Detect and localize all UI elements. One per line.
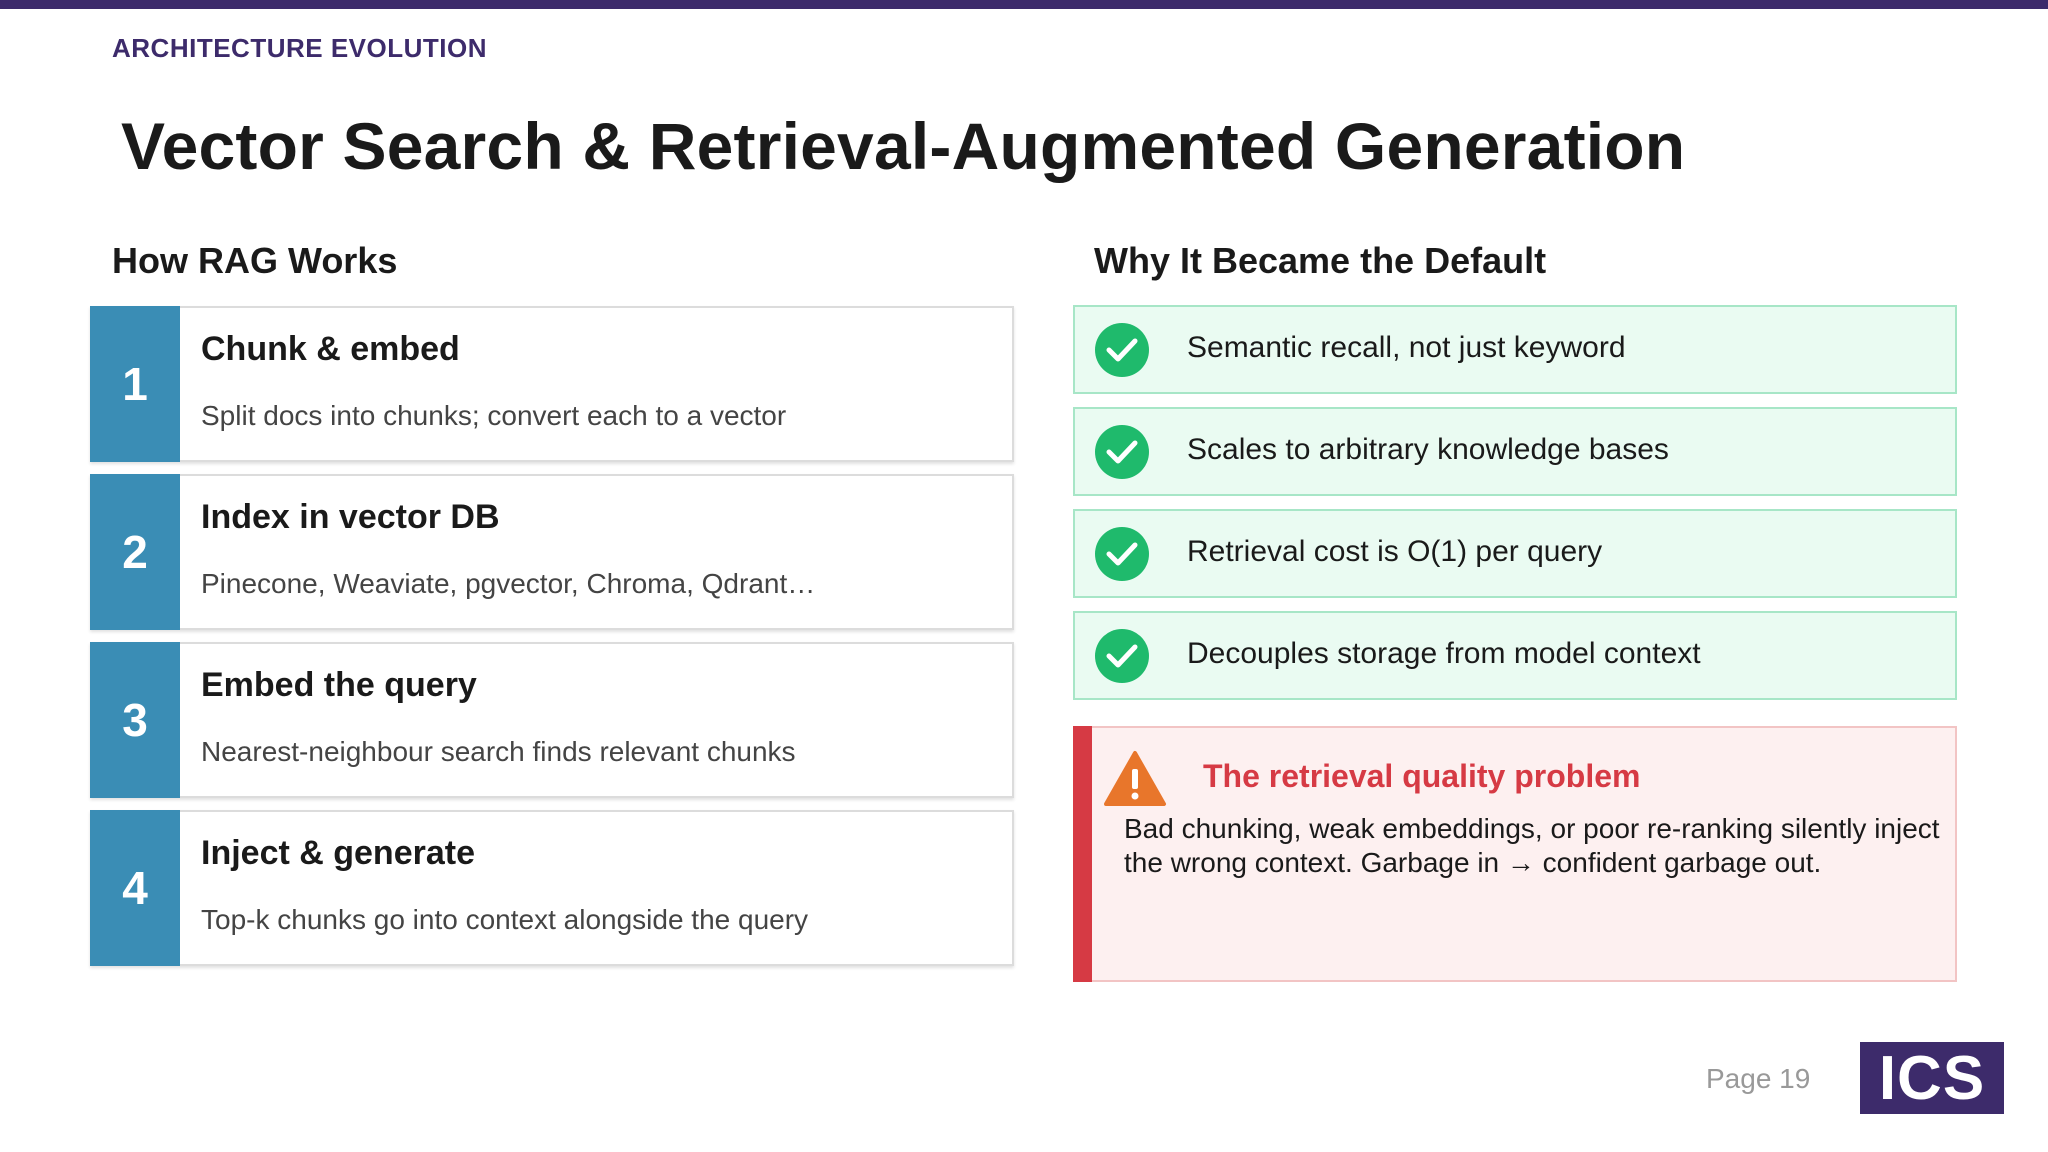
ics-logo: ICS	[1860, 1042, 2004, 1114]
rag-steps-list: 1 Chunk & embed Split docs into chunks; …	[90, 306, 1014, 978]
step-number: 4	[90, 810, 180, 966]
step-card: 3 Embed the query Nearest-neighbour sear…	[90, 642, 1014, 798]
benefit-item: Retrieval cost is O(1) per query	[1073, 509, 1957, 598]
why-default-heading: Why It Became the Default	[1094, 240, 1547, 281]
step-card: 1 Chunk & embed Split docs into chunks; …	[90, 306, 1014, 462]
step-title: Chunk & embed	[201, 330, 460, 368]
check-circle-icon	[1095, 425, 1149, 479]
step-number: 3	[90, 642, 180, 798]
step-title: Index in vector DB	[201, 498, 500, 536]
step-number: 1	[90, 306, 180, 462]
step-description: Pinecone, Weaviate, pgvector, Chroma, Qd…	[201, 568, 816, 599]
slide-title: Vector Search & Retrieval-Augmented Gene…	[121, 109, 1686, 183]
page-number: Page 19	[1706, 1063, 1811, 1094]
warning-accent-bar	[1073, 726, 1092, 982]
warning-body: Bad chunking, weak embeddings, or poor r…	[1124, 813, 1940, 878]
step-description: Top-k chunks go into context alongside t…	[201, 904, 809, 935]
warning-triangle-icon	[1103, 750, 1167, 808]
check-circle-icon	[1095, 323, 1149, 377]
step-description: Split docs into chunks; convert each to …	[201, 400, 787, 431]
benefit-item: Decouples storage from model context	[1073, 611, 1957, 700]
check-circle-icon	[1095, 629, 1149, 683]
benefit-text: Scales to arbitrary knowledge bases	[1187, 433, 1669, 466]
step-number: 2	[90, 474, 180, 630]
step-title: Inject & generate	[201, 834, 475, 872]
step-card: 4 Inject & generate Top-k chunks go into…	[90, 810, 1014, 966]
how-rag-works-heading: How RAG Works	[112, 240, 398, 281]
benefit-text: Retrieval cost is O(1) per query	[1187, 535, 1603, 568]
step-description: Nearest-neighbour search finds relevant …	[201, 736, 796, 767]
benefit-item: Scales to arbitrary knowledge bases	[1073, 407, 1957, 496]
step-card: 2 Index in vector DB Pinecone, Weaviate,…	[90, 474, 1014, 630]
warning-callout: The retrieval quality problem Bad chunki…	[1073, 726, 1957, 982]
benefit-text: Semantic recall, not just keyword	[1187, 331, 1626, 364]
benefits-list: Semantic recall, not just keyword Scales…	[1073, 305, 1957, 713]
top-accent-bar	[0, 0, 2048, 9]
benefit-item: Semantic recall, not just keyword	[1073, 305, 1957, 394]
section-label: ARCHITECTURE EVOLUTION	[112, 33, 487, 63]
step-title: Embed the query	[201, 666, 477, 704]
check-circle-icon	[1095, 527, 1149, 581]
warning-title: The retrieval quality problem	[1203, 758, 1641, 794]
benefit-text: Decouples storage from model context	[1187, 637, 1701, 670]
